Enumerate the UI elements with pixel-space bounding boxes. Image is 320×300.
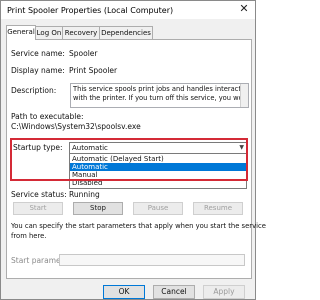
resume-button[interactable]: Resume <box>193 202 243 215</box>
pause-button[interactable]: Pause <box>133 202 183 215</box>
apply-button[interactable]: Apply <box>203 285 245 299</box>
description-box[interactable]: This service spools print jobs and handl… <box>70 83 249 108</box>
start-button[interactable]: Start <box>13 202 63 215</box>
tab-log-on[interactable]: Log On <box>35 26 63 39</box>
start-parameters-input[interactable] <box>59 254 245 266</box>
annotation-highlight-box <box>10 138 248 181</box>
display-name-value: Print Spooler <box>69 66 118 75</box>
display-name-label: Display name: <box>11 66 65 75</box>
general-panel: Service name: Spooler Display name: Prin… <box>6 39 266 279</box>
description-line-1: This service spools print jobs and handl… <box>73 85 249 93</box>
tab-dependencies[interactable]: Dependencies <box>99 26 153 39</box>
tab-general[interactable]: General <box>6 25 36 40</box>
description-line-2: with the printer. If you turn off this s… <box>73 94 249 102</box>
description-label: Description: <box>11 86 57 95</box>
service-name-value: Spooler <box>69 49 98 58</box>
properties-dialog: Print Spooler Properties (Local Computer… <box>0 0 266 300</box>
close-icon[interactable]: ✕ <box>237 2 251 16</box>
description-scrollbar[interactable] <box>240 84 248 107</box>
params-note-line-2: from here. <box>11 232 47 240</box>
params-note-line-1: You can specify the start parameters tha… <box>11 222 266 230</box>
path-value: C:\Windows\System32\spoolsv.exe <box>11 122 141 131</box>
service-status-value: Running <box>69 190 100 199</box>
stop-button[interactable]: Stop <box>73 202 123 215</box>
ok-button[interactable]: OK <box>103 285 145 299</box>
tab-recovery[interactable]: Recovery <box>62 26 100 39</box>
path-label: Path to executable: <box>11 112 84 121</box>
cancel-button[interactable]: Cancel <box>153 285 195 299</box>
service-status-label: Service status: <box>11 190 67 199</box>
service-name-label: Service name: <box>11 49 65 58</box>
title-bar: Print Spooler Properties (Local Computer… <box>1 1 255 19</box>
window-title: Print Spooler Properties (Local Computer… <box>7 6 174 15</box>
